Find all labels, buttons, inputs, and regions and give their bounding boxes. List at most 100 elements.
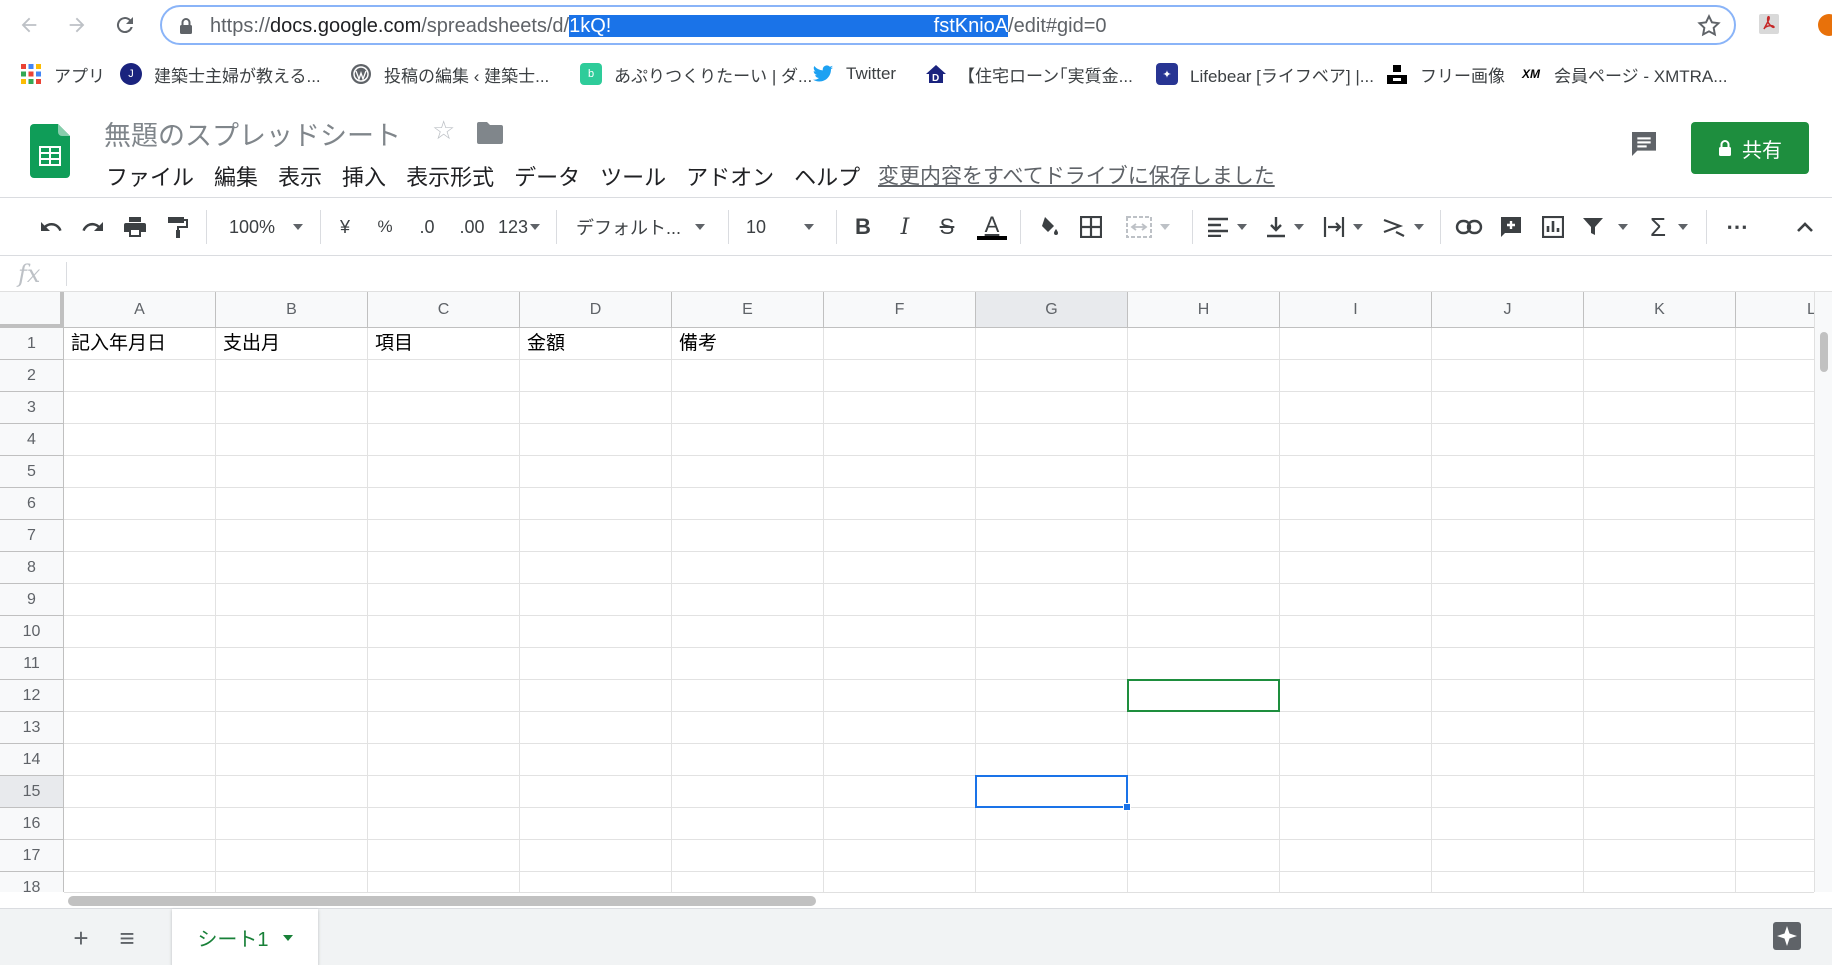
cell-j9[interactable] <box>1432 584 1584 616</box>
cell-c15[interactable] <box>368 776 520 808</box>
cell-j6[interactable] <box>1432 488 1584 520</box>
document-title[interactable]: 無題のスプレッドシート <box>104 114 401 153</box>
cell-g2[interactable] <box>976 360 1128 392</box>
bold-button[interactable]: B <box>848 212 878 242</box>
column-header-g[interactable]: G <box>976 292 1128 328</box>
row-header-6[interactable]: 6 <box>0 488 64 520</box>
cell-j7[interactable] <box>1432 520 1584 552</box>
cell-a17[interactable] <box>64 840 216 872</box>
bookmark-kenchikushi[interactable]: J 建築士主婦が教える... <box>120 60 321 88</box>
cell-i15[interactable] <box>1280 776 1432 808</box>
cell-a2[interactable] <box>64 360 216 392</box>
row-header-14[interactable]: 14 <box>0 744 64 776</box>
cell-e17[interactable] <box>672 840 824 872</box>
cell-b14[interactable] <box>216 744 368 776</box>
cell-g13[interactable] <box>976 712 1128 744</box>
cell-c6[interactable] <box>368 488 520 520</box>
cell-i11[interactable] <box>1280 648 1432 680</box>
cell-f11[interactable] <box>824 648 976 680</box>
cell-c11[interactable] <box>368 648 520 680</box>
spreadsheet-grid[interactable]: A B C D E F G H I J K L 1 記入年月日 支出月 項目 金額 備考 2 3 4 5 6 7 8 9 10 11 1… <box>0 292 1832 892</box>
cell-b4[interactable] <box>216 424 368 456</box>
cell-a7[interactable] <box>64 520 216 552</box>
column-header-c[interactable]: C <box>368 292 520 328</box>
row-header-18[interactable]: 18 <box>0 872 64 892</box>
menu-view[interactable]: 表示 <box>268 160 332 192</box>
cell-b17[interactable] <box>216 840 368 872</box>
more-formats-button[interactable]: 123 <box>494 212 544 242</box>
bookmark-xm[interactable]: XM 会員ページ - XMTRA... <box>1520 60 1727 88</box>
cell-g17[interactable] <box>976 840 1128 872</box>
back-button[interactable] <box>12 8 46 42</box>
collapse-menus-button[interactable] <box>1790 212 1820 242</box>
cell-f16[interactable] <box>824 808 976 840</box>
font-size-select[interactable]: 10 <box>746 212 826 242</box>
menu-help[interactable]: ヘルプ <box>784 160 870 192</box>
text-wrapping-button[interactable] <box>1320 212 1366 242</box>
cell-g12[interactable] <box>976 680 1128 712</box>
cell-c3[interactable] <box>368 392 520 424</box>
cell-g6[interactable] <box>976 488 1128 520</box>
cell-e8[interactable] <box>672 552 824 584</box>
cell-h8[interactable] <box>1128 552 1280 584</box>
bookmark-apuri[interactable]: b あぷりつくりたーい | ダ... <box>580 60 812 88</box>
cell-b1[interactable]: 支出月 <box>216 328 368 360</box>
cell-h3[interactable] <box>1128 392 1280 424</box>
cell-f17[interactable] <box>824 840 976 872</box>
cell-f4[interactable] <box>824 424 976 456</box>
cell-i10[interactable] <box>1280 616 1432 648</box>
horizontal-scroll-thumb[interactable] <box>68 896 816 906</box>
cell-a10[interactable] <box>64 616 216 648</box>
cell-i13[interactable] <box>1280 712 1432 744</box>
paint-format-button[interactable] <box>160 212 194 242</box>
row-header-15[interactable]: 15 <box>0 776 64 808</box>
cell-f10[interactable] <box>824 616 976 648</box>
cell-k16[interactable] <box>1584 808 1736 840</box>
cell-k7[interactable] <box>1584 520 1736 552</box>
cell-j2[interactable] <box>1432 360 1584 392</box>
cell-b8[interactable] <box>216 552 368 584</box>
cell-e12[interactable] <box>672 680 824 712</box>
cell-e15[interactable] <box>672 776 824 808</box>
share-button[interactable]: 共有 <box>1691 122 1809 174</box>
cell-d10[interactable] <box>520 616 672 648</box>
profile-avatar[interactable] <box>1818 14 1832 36</box>
cell-h16[interactable] <box>1128 808 1280 840</box>
cell-f8[interactable] <box>824 552 976 584</box>
cell-i8[interactable] <box>1280 552 1432 584</box>
row-header-16[interactable]: 16 <box>0 808 64 840</box>
cell-a5[interactable] <box>64 456 216 488</box>
fill-handle[interactable] <box>1123 803 1131 811</box>
cell-d2[interactable] <box>520 360 672 392</box>
cell-k8[interactable] <box>1584 552 1736 584</box>
cell-j17[interactable] <box>1432 840 1584 872</box>
cell-b13[interactable] <box>216 712 368 744</box>
cell-d6[interactable] <box>520 488 672 520</box>
cell-b5[interactable] <box>216 456 368 488</box>
cell-j16[interactable] <box>1432 808 1584 840</box>
cell-i12[interactable] <box>1280 680 1432 712</box>
cell-d11[interactable] <box>520 648 672 680</box>
cell-e16[interactable] <box>672 808 824 840</box>
cell-f9[interactable] <box>824 584 976 616</box>
forward-button[interactable] <box>60 8 94 42</box>
bookmark-free-images[interactable]: フリー画像 <box>1386 60 1505 88</box>
cell-i17[interactable] <box>1280 840 1432 872</box>
cell-a13[interactable] <box>64 712 216 744</box>
merge-cells-button[interactable] <box>1118 212 1178 242</box>
bookmark-lifebear[interactable]: ✦ Lifebear [ライフベア] |... <box>1156 60 1374 88</box>
cell-g8[interactable] <box>976 552 1128 584</box>
print-button[interactable] <box>118 212 152 242</box>
cell-e13[interactable] <box>672 712 824 744</box>
cell-d17[interactable] <box>520 840 672 872</box>
cell-k18[interactable] <box>1584 872 1736 892</box>
cell-d12[interactable] <box>520 680 672 712</box>
cell-j18[interactable] <box>1432 872 1584 892</box>
star-icon[interactable]: ☆ <box>432 116 455 146</box>
cell-g16[interactable] <box>976 808 1128 840</box>
cell-j14[interactable] <box>1432 744 1584 776</box>
formula-input[interactable] <box>74 258 1814 288</box>
functions-button[interactable]: Σ <box>1644 212 1694 242</box>
row-header-1[interactable]: 1 <box>0 328 64 360</box>
cell-b9[interactable] <box>216 584 368 616</box>
